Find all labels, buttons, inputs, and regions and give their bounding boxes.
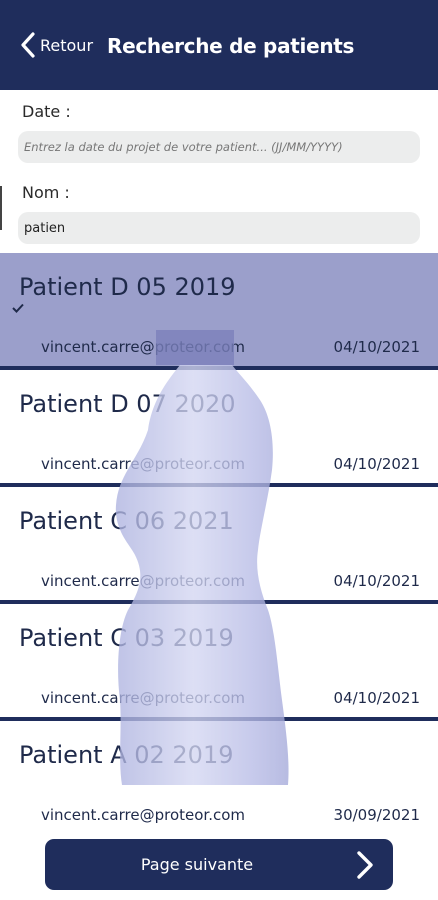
- name-field[interactable]: [18, 212, 420, 244]
- name-label: Nom :: [22, 183, 70, 202]
- app-header: Retour Recherche de patients: [0, 0, 438, 90]
- patient-date: 04/10/2021: [333, 572, 420, 590]
- patient-date: 04/10/2021: [333, 455, 420, 473]
- patient-name: Patient D 07 2020: [19, 390, 236, 418]
- next-page-label: Page suivante: [140, 855, 254, 874]
- patient-name: Patient A 02 2019: [19, 741, 234, 769]
- results-list: Patient D 05 2019 vincent.carre@proteor.c…: [0, 253, 438, 838]
- chevron-left-icon: [21, 32, 35, 58]
- next-page-button[interactable]: Page suivante: [45, 839, 393, 890]
- chevron-right-icon: [357, 851, 373, 879]
- patient-row[interactable]: Patient C 03 2019 vincent.carre@proteor.c…: [0, 604, 438, 721]
- date-input[interactable]: [24, 140, 420, 154]
- patient-date: 04/10/2021: [333, 338, 420, 356]
- patient-email: vincent.carre@proteor.com: [41, 689, 246, 707]
- patient-row[interactable]: Patient D 07 2020 vincent.carre@proteor.c…: [0, 370, 438, 487]
- patient-email: vincent.carre@proteor.com: [41, 572, 246, 590]
- side-indicator: [0, 186, 2, 230]
- patient-row[interactable]: Patient D 05 2019 vincent.carre@proteor.c…: [0, 253, 438, 370]
- page-title: Recherche de patients: [107, 34, 355, 58]
- patient-row[interactable]: Patient A 02 2019 vincent.carre@proteor.c…: [0, 721, 438, 838]
- patient-name: Patient C 03 2019: [19, 624, 234, 652]
- checkmark-icon: [12, 303, 24, 313]
- patient-email: vincent.carre@proteor.com: [41, 455, 246, 473]
- name-input[interactable]: [24, 220, 420, 236]
- date-label: Date :: [22, 102, 71, 121]
- patient-date: 04/10/2021: [333, 689, 420, 707]
- patient-row[interactable]: Patient C 06 2021 vincent.carre@proteor.c…: [0, 487, 438, 604]
- patient-date: 30/09/2021: [333, 806, 420, 824]
- back-button[interactable]: Retour: [20, 30, 93, 60]
- patient-email: vincent.carre@proteor.com: [41, 338, 246, 356]
- patient-email: vincent.carre@proteor.com: [41, 806, 246, 824]
- back-label: Retour: [40, 35, 94, 55]
- patient-name: Patient C 06 2021: [19, 507, 234, 535]
- date-field[interactable]: [18, 131, 420, 163]
- patient-name: Patient D 05 2019: [19, 273, 236, 301]
